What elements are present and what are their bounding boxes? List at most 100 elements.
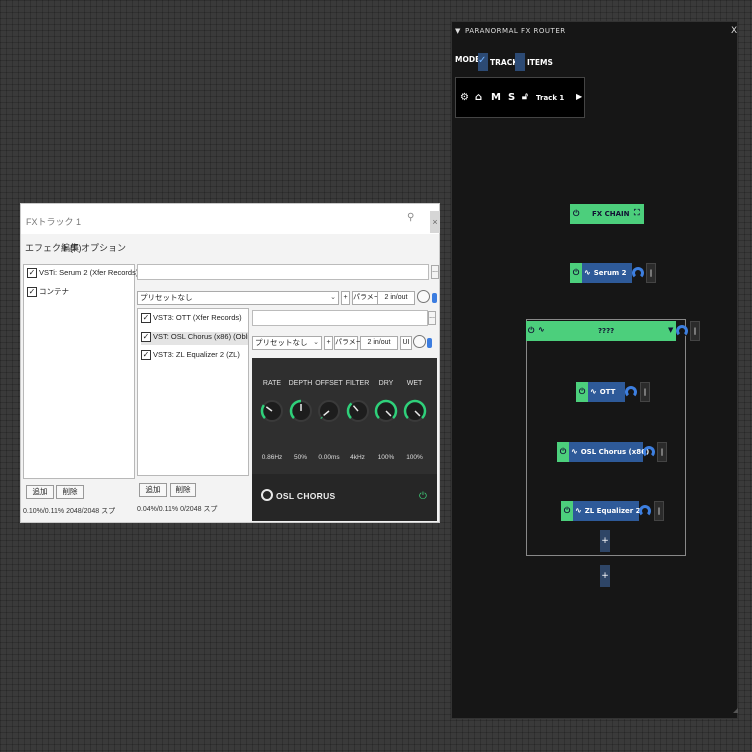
- fx-list-item[interactable]: ✓ VSTi: Serum 2 (Xfer Records): [27, 268, 138, 281]
- param-label: FILTER: [345, 380, 370, 387]
- wave-icon: ∿: [584, 268, 591, 277]
- sub-param-button[interactable]: パラメータ: [334, 336, 370, 350]
- remove-fx-button[interactable]: 削除: [56, 485, 84, 499]
- sub-bypass-toggle[interactable]: [427, 338, 432, 348]
- sub-fx-name-field[interactable]: [252, 310, 428, 326]
- sub-preset-select[interactable]: プリセットなし ⌄: [252, 336, 322, 350]
- add-fx-button[interactable]: +: [600, 565, 610, 587]
- power-icon[interactable]: ⏻: [419, 491, 427, 502]
- param-knob[interactable]: [317, 399, 341, 423]
- param-knob[interactable]: [289, 399, 313, 423]
- gear-icon[interactable]: ⚙: [460, 92, 469, 103]
- power-icon[interactable]: ⏻: [561, 501, 573, 521]
- fx-list[interactable]: ✓ VSTi: Serum 2 (Xfer Records) ✓ コンテナ: [23, 264, 138, 479]
- pin-icon[interactable]: ⚲: [407, 212, 414, 223]
- preset-select[interactable]: プリセットなし ⌄: [137, 291, 339, 305]
- wet-knob[interactable]: [417, 290, 430, 303]
- lock-icon[interactable]: 🔓︎: [522, 92, 528, 102]
- checkbox-icon[interactable]: ✓: [27, 287, 37, 298]
- menu-options[interactable]: オプション: [81, 241, 126, 254]
- container-fx-list[interactable]: ✓ VST3: OTT (Xfer Records) ✓ VST: OSL Chor…: [137, 308, 249, 476]
- drag-handle-icon[interactable]: ‖: [657, 442, 667, 462]
- serum-label: Serum 2: [593, 269, 627, 277]
- io-button[interactable]: 2 in/out: [377, 291, 415, 305]
- checkbox-icon[interactable]: ✓: [141, 332, 151, 343]
- fx-name-field[interactable]: [137, 264, 429, 280]
- wet-ring-icon[interactable]: [632, 267, 644, 279]
- home-icon[interactable]: ⌂: [475, 92, 482, 103]
- track-mode-check[interactable]: ✓: [478, 53, 488, 71]
- param-knob[interactable]: [403, 399, 427, 423]
- remove-container-fx-button[interactable]: 削除: [170, 483, 196, 497]
- sub-io-button[interactable]: 2 in/out: [360, 336, 398, 350]
- wet-ring-icon[interactable]: [676, 325, 688, 337]
- fx-list-item[interactable]: ✓ コンテナ: [27, 286, 69, 299]
- fx-window-titlebar[interactable]: [21, 204, 439, 234]
- power-icon[interactable]: ⏻: [570, 263, 582, 283]
- drag-handle-icon[interactable]: ‖: [640, 382, 650, 402]
- container-fx-item-label: VST3: OTT (Xfer Records): [153, 313, 242, 322]
- wet-ring-icon[interactable]: [625, 386, 637, 398]
- items-mode-label[interactable]: ITEMS: [527, 58, 553, 67]
- zl-node[interactable]: ⏻ ∿ ZL Equalizer 2: [561, 501, 641, 521]
- container-node[interactable]: ⏻ ∿ ???? ▼: [526, 321, 676, 341]
- ott-node-body: ∿ OTT: [588, 382, 625, 402]
- drag-handle-icon[interactable]: ‖: [690, 321, 700, 341]
- track-mode-label[interactable]: TRACK: [490, 58, 518, 67]
- solo-button[interactable]: S: [508, 92, 515, 103]
- power-icon[interactable]: ⏻: [576, 382, 588, 402]
- fx-chain-node[interactable]: ⏻ FX CHAIN ⛶: [570, 204, 644, 224]
- sub-wet-knob[interactable]: [413, 335, 426, 348]
- chevron-down-icon: ⌄: [330, 294, 336, 301]
- track-name: Track 1: [536, 94, 565, 102]
- add-fx-in-container-button[interactable]: +: [600, 530, 610, 552]
- param-knob[interactable]: [260, 399, 284, 423]
- fx-window-title: FXトラック 1: [26, 217, 82, 227]
- sub-preset-select-value: プリセットなし: [255, 338, 308, 347]
- add-preset-button[interactable]: +: [341, 291, 350, 305]
- param-knob[interactable]: [374, 399, 398, 423]
- add-container-fx-button[interactable]: 追加: [139, 483, 167, 497]
- sub-more-button[interactable]: ...: [428, 311, 436, 325]
- router-close-button[interactable]: X: [731, 26, 737, 36]
- param-value: 0.86Hz: [261, 454, 283, 461]
- container-fx-item[interactable]: ✓ VST3: OTT (Xfer Records): [141, 313, 242, 326]
- dropdown-icon[interactable]: ▼: [668, 326, 673, 334]
- container-fx-item[interactable]: ✓VST: OSL Chorus (x86) (Oblivion Sound .…: [141, 332, 248, 345]
- checkbox-icon[interactable]: ✓: [141, 350, 151, 361]
- drag-handle-icon[interactable]: ‖: [654, 501, 664, 521]
- more-button[interactable]: ...: [431, 265, 439, 279]
- ui-button[interactable]: UI: [400, 336, 412, 350]
- power-icon[interactable]: ⏻: [573, 209, 579, 219]
- power-icon[interactable]: ⏻: [528, 326, 534, 336]
- serum-node[interactable]: ⏻ ∿ Serum 2: [570, 263, 632, 283]
- param-knob[interactable]: [346, 399, 370, 423]
- wave-icon: ∿: [590, 387, 597, 396]
- preset-select-value: プリセットなし: [140, 293, 193, 302]
- wet-ring-icon[interactable]: [643, 446, 655, 458]
- checkbox-icon[interactable]: ✓: [27, 268, 37, 279]
- resize-grip-icon[interactable]: [733, 708, 738, 713]
- sub-add-preset-button[interactable]: +: [324, 336, 333, 350]
- ott-node[interactable]: ⏻ ∿ OTT: [576, 382, 625, 402]
- wet-ring-icon[interactable]: [639, 505, 651, 517]
- chorus-node[interactable]: ⏻ ∿ OSL Chorus (x86): [557, 442, 649, 462]
- close-button[interactable]: ×: [430, 211, 440, 233]
- menu-edit[interactable]: 編集: [61, 241, 79, 254]
- fx-list-item-label: VSTi: Serum 2 (Xfer Records): [39, 268, 139, 277]
- items-mode-check[interactable]: [515, 53, 525, 71]
- next-arrow-icon[interactable]: ▶: [576, 92, 582, 101]
- add-fx-button[interactable]: 追加: [26, 485, 54, 499]
- drag-handle-icon[interactable]: ‖: [646, 263, 656, 283]
- expand-icon[interactable]: ⛶: [634, 208, 640, 218]
- bypass-toggle[interactable]: [432, 293, 437, 303]
- power-icon[interactable]: ⏻: [557, 442, 569, 462]
- mode-label: MODE: [455, 55, 481, 64]
- collapse-icon[interactable]: ▼: [455, 27, 460, 35]
- zl-label: ZL Equalizer 2: [584, 507, 641, 515]
- container-fx-item[interactable]: ✓ VST3: ZL Equalizer 2 (ZL): [141, 350, 240, 363]
- param-button[interactable]: パラメータ: [352, 291, 388, 305]
- mute-button[interactable]: M: [491, 92, 501, 103]
- fx-router-window: ▼ PARANORMAL FX ROUTER X MODE ✓ TRACK IT…: [451, 21, 738, 719]
- checkbox-icon[interactable]: ✓: [141, 313, 151, 324]
